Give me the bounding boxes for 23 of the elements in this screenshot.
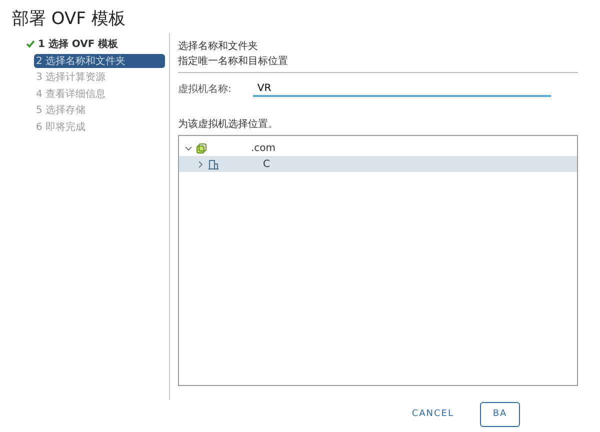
tree-label: C <box>263 158 270 170</box>
tree-row[interactable]: .com <box>179 140 577 156</box>
page-title: 选择名称和文件夹 <box>178 40 259 54</box>
location-label: 为该虚拟机选择位置。 <box>178 118 279 131</box>
checkmark-icon <box>26 40 35 48</box>
tree-row[interactable]: C <box>179 156 577 172</box>
page-subtitle: 指定唯一名称和目标位置 <box>178 54 289 69</box>
back-button[interactable]: BA <box>480 402 520 426</box>
cancel-button[interactable]: CANCEL <box>404 402 462 426</box>
caret-icon[interactable] <box>185 144 192 152</box>
building-icon <box>208 158 219 170</box>
wizard-step[interactable]: 6 即将完成 <box>34 120 165 134</box>
wizard-step[interactable]: 1 选择 OVF 模板 <box>24 37 165 52</box>
caret-icon[interactable] <box>197 160 204 168</box>
wizard-step[interactable]: 4 查看详细信息 <box>34 86 165 101</box>
wizard-step[interactable]: 3 选择计算资源 <box>34 70 165 84</box>
wizard-step[interactable]: 2 选择名称和文件夹 <box>34 54 165 68</box>
wizard-step[interactable]: 5 选择存储 <box>34 103 165 118</box>
tree-label: .com <box>251 142 276 154</box>
server-icon <box>196 142 207 154</box>
window-title: 部署 OVF 模板 <box>11 8 126 31</box>
field-label: 虚拟机名称: <box>178 82 232 96</box>
name-input-field[interactable]: VR <box>253 82 552 96</box>
